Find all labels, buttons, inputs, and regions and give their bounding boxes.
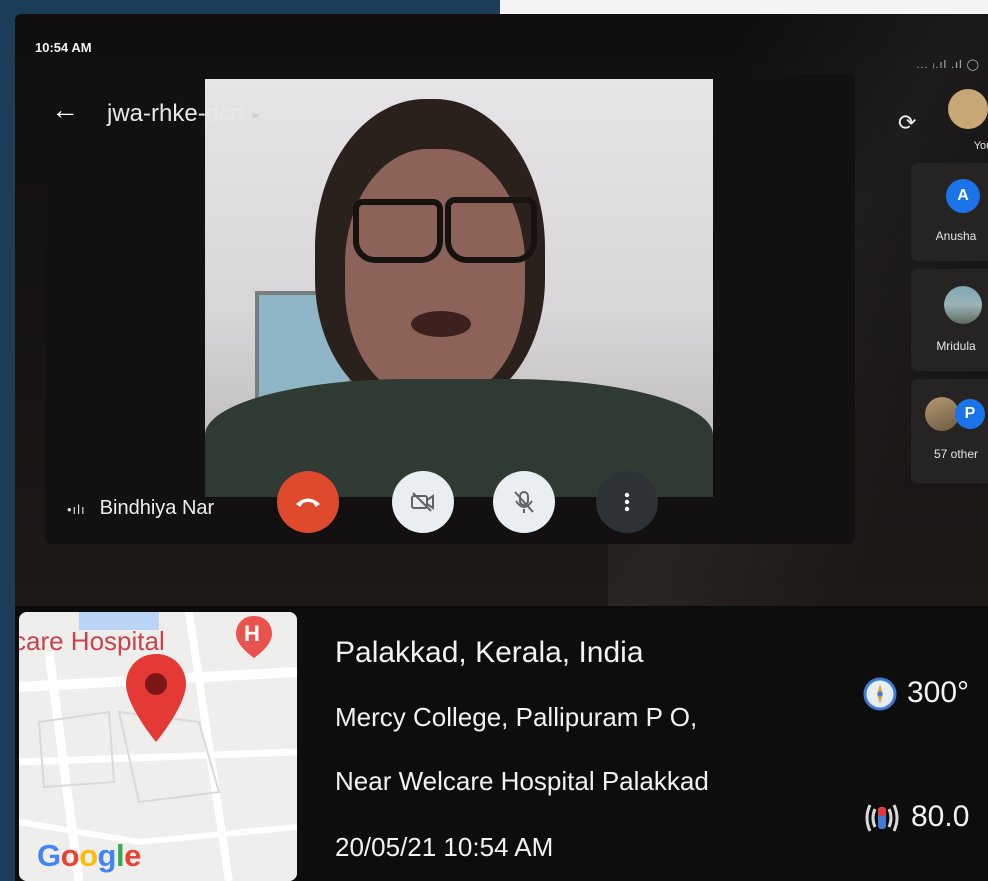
magnetic-field-icon <box>865 804 899 832</box>
location-title: Palakkad, Kerala, India <box>335 636 644 669</box>
status-icons: ... ᵢ.ıl .ıl ◯ <box>916 59 980 71</box>
top-strip <box>500 0 988 14</box>
compass-reading: 300° <box>863 676 969 711</box>
glasses-left <box>353 199 443 263</box>
chevron-right-icon: ▸ <box>252 106 260 123</box>
avatar <box>948 89 988 129</box>
mic-off-icon <box>514 491 534 513</box>
participant-label: You <box>973 140 988 152</box>
camera-off-icon <box>411 492 434 512</box>
back-arrow-icon[interactable]: ← <box>51 96 79 124</box>
location-pin-icon <box>126 654 186 742</box>
google-logo-letter: o <box>79 838 98 873</box>
end-call-icon <box>296 498 320 507</box>
avatar: P <box>955 399 985 429</box>
avatar <box>944 286 982 324</box>
participant-tile-mridula[interactable]: Mridula <box>911 269 988 371</box>
speaking-indicator-icon: •ılı <box>67 502 86 517</box>
participant-tile-anusha[interactable]: A Anusha <box>911 163 988 261</box>
google-logo-letter: e <box>124 838 141 873</box>
glasses-right <box>445 197 537 263</box>
compass-value: 300° <box>907 676 970 709</box>
meeting-code-text: jwa-rhke-dcn <box>107 100 245 127</box>
more-options-button[interactable] <box>596 471 658 533</box>
magnetic-reading: 80.0 <box>863 800 969 835</box>
status-time: 10:54 AM <box>35 40 92 55</box>
magnetic-value: 80.0 <box>911 800 970 833</box>
main-video <box>205 79 713 497</box>
phone-screen: 10:54 AM ... ᵢ.ıl .ıl ◯ ← jwa-rhke-dcn ▸ … <box>15 14 988 606</box>
participant-label: 57 other <box>933 447 979 461</box>
speaker-name: Bindhiya Nar <box>99 497 215 519</box>
participant-tile-you[interactable]: You <box>938 84 988 154</box>
participant-label: Mridula <box>936 339 976 353</box>
address-line-1: Mercy College, Pallipuram P O, <box>335 702 698 732</box>
google-logo-letter: l <box>115 838 125 873</box>
datetime: 20/05/21 10:54 AM <box>335 832 554 862</box>
hospital-marker-letter: H <box>244 621 260 646</box>
google-logo-letter: g <box>97 838 117 873</box>
hangup-button[interactable] <box>277 471 339 533</box>
google-logo: Google <box>37 838 141 874</box>
geotag-overlay: care Hospital H Google Palakkad, Kerala,… <box>15 612 988 881</box>
speaker-label: •ılı Bindhiya Nar <box>67 497 214 520</box>
google-logo-letter: o <box>60 838 80 873</box>
more-vert-icon <box>624 492 630 512</box>
switch-camera-icon[interactable]: ⟳ <box>898 110 916 136</box>
google-logo-letter: G <box>37 838 61 873</box>
participant-mouth <box>411 311 471 337</box>
participant-label: Anusha <box>935 229 977 243</box>
map-thumbnail: care Hospital H Google <box>19 612 297 881</box>
compass-icon <box>863 677 897 711</box>
participant-tile-others[interactable]: P 57 other <box>911 379 988 483</box>
avatar: A <box>946 179 980 213</box>
address-line-2: Near Welcare Hospital Palakkad <box>335 766 709 796</box>
meeting-code[interactable]: jwa-rhke-dcn ▸ <box>107 100 259 128</box>
camera-toggle-button[interactable] <box>392 471 454 533</box>
mic-toggle-button[interactable] <box>493 471 555 533</box>
participant-face <box>345 149 525 399</box>
avatar <box>925 397 959 431</box>
